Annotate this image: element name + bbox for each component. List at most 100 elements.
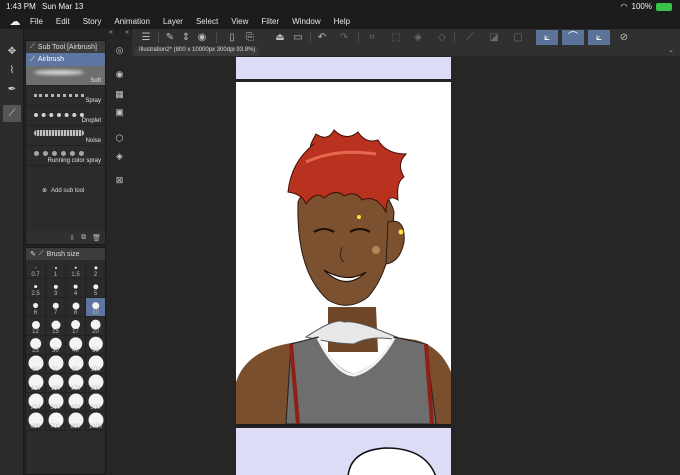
menu-layer[interactable]: Layer	[163, 17, 183, 26]
brush-size-cell[interactable]: 500	[86, 393, 105, 412]
save-icon[interactable]: ▭	[290, 30, 306, 45]
ruler-icon[interactable]: ⟋	[462, 30, 478, 45]
brush-size-cell[interactable]: 25	[26, 336, 46, 355]
hamburger-menu-icon[interactable]: ☰	[138, 30, 154, 45]
layer-move-tool-icon[interactable]: ✥	[3, 43, 21, 60]
navigator-icon[interactable]: ◎	[113, 44, 126, 56]
brush-size-cell[interactable]: 400	[66, 393, 86, 412]
brush-size-cell[interactable]: 1000	[86, 412, 105, 431]
menu-filter[interactable]: Filter	[261, 17, 279, 26]
menu-select[interactable]: Select	[196, 17, 218, 26]
brush-size-cell[interactable]: 50	[86, 336, 105, 355]
brush-size-cell[interactable]: 2	[86, 260, 105, 279]
layers-icon[interactable]: ◈	[113, 150, 126, 162]
brush-size-value: 0.7	[31, 272, 40, 278]
brush-size-cell[interactable]: 80	[66, 355, 86, 374]
clear-selection-icon[interactable]: ⬚	[388, 30, 404, 45]
brush-size-cell[interactable]: 300	[46, 393, 66, 412]
brush-size-cell[interactable]: 8	[66, 298, 86, 317]
share-icon[interactable]: ⏏	[272, 30, 288, 45]
brush-size-cell[interactable]: 600	[26, 412, 46, 431]
brush-size-cell[interactable]: 15	[46, 317, 66, 336]
sub-tool-header[interactable]: ⟋ Sub Tool [Airbrush]	[26, 41, 105, 53]
redo-icon[interactable]: ↷	[336, 30, 352, 45]
gradient-icon[interactable]: ◪	[486, 30, 502, 45]
color-history-icon[interactable]: ▣	[113, 106, 126, 118]
brush-item-soft[interactable]: Soft	[26, 66, 105, 86]
menu-window[interactable]: Window	[292, 17, 320, 26]
reference-icon[interactable]: ◉	[194, 30, 210, 45]
eyedropper-tool-icon[interactable]: ✒	[3, 81, 21, 98]
brush-item-spray[interactable]: Spray	[26, 86, 105, 106]
brush-size-cell[interactable]: 1.5	[66, 260, 86, 279]
canvas-page[interactable]	[236, 57, 451, 475]
menu-file[interactable]: File	[30, 17, 43, 26]
export-icon[interactable]: ⎘	[242, 30, 258, 45]
brush-size-cell[interactable]: 70	[46, 355, 66, 374]
trash-icon[interactable]: 🗑	[92, 234, 101, 242]
edit-layer-icon[interactable]: ✎	[162, 30, 178, 45]
fill-icon[interactable]: ◈	[410, 30, 426, 45]
brush-size-cell[interactable]: 10	[86, 298, 105, 317]
sort-arrows-icon[interactable]: ⇕	[178, 30, 194, 45]
brush-size-cell[interactable]: 170	[66, 374, 86, 393]
brush-size-cell[interactable]: 60	[26, 355, 46, 374]
menu-view[interactable]: View	[231, 17, 248, 26]
stabilization-2-button[interactable]: ⌒	[562, 30, 584, 45]
collapse-right-icon[interactable]: «	[125, 29, 129, 40]
stabilization-1-button[interactable]: ⟀	[536, 30, 558, 45]
material-icon[interactable]: ⊠	[113, 174, 126, 186]
stabilization-3-button[interactable]: ⟀	[588, 30, 610, 45]
airbrush-tool-icon[interactable]: ⟋	[3, 105, 21, 122]
brush-size-cell[interactable]: 5	[86, 279, 105, 298]
brush-size-cell[interactable]: 12	[26, 317, 46, 336]
comic-panel[interactable]	[236, 82, 451, 424]
selection-icon[interactable]: ⌗	[364, 30, 380, 45]
chevron-down-icon[interactable]: ⌄	[668, 46, 674, 54]
layer-property-icon[interactable]: ⬡	[113, 132, 126, 144]
brush-item-noise[interactable]: Noise	[26, 126, 105, 146]
new-page-icon[interactable]: ▯	[224, 30, 240, 45]
brush-size-cell[interactable]: 20	[86, 317, 105, 336]
brush-size-cell[interactable]: 100	[86, 355, 105, 374]
brush-size-cell[interactable]: 800	[66, 412, 86, 431]
brush-size-cell[interactable]: 1	[46, 260, 66, 279]
brush-size-cell[interactable]: 250	[26, 393, 46, 412]
brush-size-cell[interactable]: 700	[46, 412, 66, 431]
menu-story[interactable]: Story	[83, 17, 102, 26]
brush-item-droplet[interactable]: Droplet	[26, 106, 105, 126]
menu-edit[interactable]: Edit	[56, 17, 70, 26]
brush-size-cell[interactable]: 4	[66, 279, 86, 298]
sub-tool-group[interactable]: ⟋ Airbrush	[26, 53, 105, 66]
brush-size-header[interactable]: ✎ ⟋ Brush size	[26, 248, 105, 260]
brush-size-cell[interactable]: 17	[66, 317, 86, 336]
brush-size-cell[interactable]: 40	[66, 336, 86, 355]
canvas-area[interactable]: Illustration2* (800 x 10000px 300dpi 93.…	[132, 46, 680, 475]
menu-help[interactable]: Help	[334, 17, 350, 26]
crop-icon[interactable]: ▢	[510, 30, 526, 45]
brush-size-cell[interactable]: 200	[86, 374, 105, 393]
brush-item-running-color-spray[interactable]: Running color spray	[26, 146, 105, 166]
brush-size-cell[interactable]: 30	[46, 336, 66, 355]
app-logo-icon[interactable]: ☁	[0, 15, 30, 28]
quick-access-icon[interactable]: ⊘	[616, 30, 632, 45]
import-icon[interactable]: ⇩	[69, 234, 75, 242]
brush-size-cell[interactable]: 6	[26, 298, 46, 317]
brush-size-cell[interactable]: 3	[46, 279, 66, 298]
undo-icon[interactable]: ↶	[314, 30, 330, 45]
color-set-icon[interactable]: ▦	[113, 88, 126, 100]
lasso-tool-icon[interactable]: ⌇	[3, 62, 21, 79]
color-wheel-icon[interactable]: ◉	[113, 68, 126, 80]
duplicate-icon[interactable]: ⧉	[81, 234, 86, 242]
brush-size-value: 2.5	[31, 291, 40, 297]
brush-size-cell[interactable]: 2.5	[26, 279, 46, 298]
menu-animation[interactable]: Animation	[114, 17, 150, 26]
brush-size-cell[interactable]: 150	[46, 374, 66, 393]
brush-size-cell[interactable]: 7	[46, 298, 66, 317]
brush-size-cell[interactable]: 120	[26, 374, 46, 393]
brush-size-cell[interactable]: 0.7	[26, 260, 46, 279]
add-sub-tool-button[interactable]: ⊕ Add sub tool	[42, 187, 84, 195]
collapse-left-icon[interactable]: «	[109, 29, 113, 40]
transform-icon[interactable]: ◇	[434, 30, 450, 45]
document-tab[interactable]: Illustration2* (800 x 10000px 300dpi 93.…	[135, 47, 260, 56]
